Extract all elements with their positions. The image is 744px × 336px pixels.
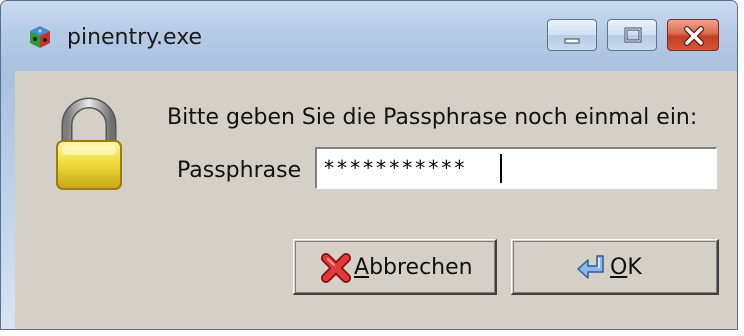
passphrase-field[interactable]: *********** — [315, 147, 717, 189]
text-caret — [500, 154, 502, 183]
cancel-button-label: Abbrechen — [354, 255, 473, 280]
close-icon — [684, 26, 704, 46]
enter-arrow-icon — [577, 255, 604, 279]
red-x-icon — [321, 253, 351, 283]
dialog-window: pinentry.exe Bitte geben Sie die Passphr… — [0, 0, 738, 330]
window-title: pinentry.exe — [67, 25, 203, 50]
prompt-text: Bitte geben Sie die Passphrase noch einm… — [167, 105, 698, 130]
maximize-button[interactable] — [607, 19, 657, 51]
minimize-button[interactable] — [547, 19, 597, 51]
ok-button-label: OK — [610, 255, 642, 280]
cancel-button[interactable]: Abbrechen — [293, 239, 497, 295]
maximize-icon — [624, 27, 642, 43]
title-bar[interactable]: pinentry.exe — [1, 1, 737, 71]
passphrase-label: Passphrase — [177, 158, 302, 183]
minimize-icon — [564, 38, 580, 44]
passphrase-value: *********** — [323, 156, 467, 180]
window-frame — [1, 71, 15, 329]
close-button[interactable] — [667, 19, 719, 51]
padlock-icon — [56, 97, 122, 190]
app-icon — [30, 26, 50, 48]
ok-button[interactable]: OK — [511, 239, 719, 295]
